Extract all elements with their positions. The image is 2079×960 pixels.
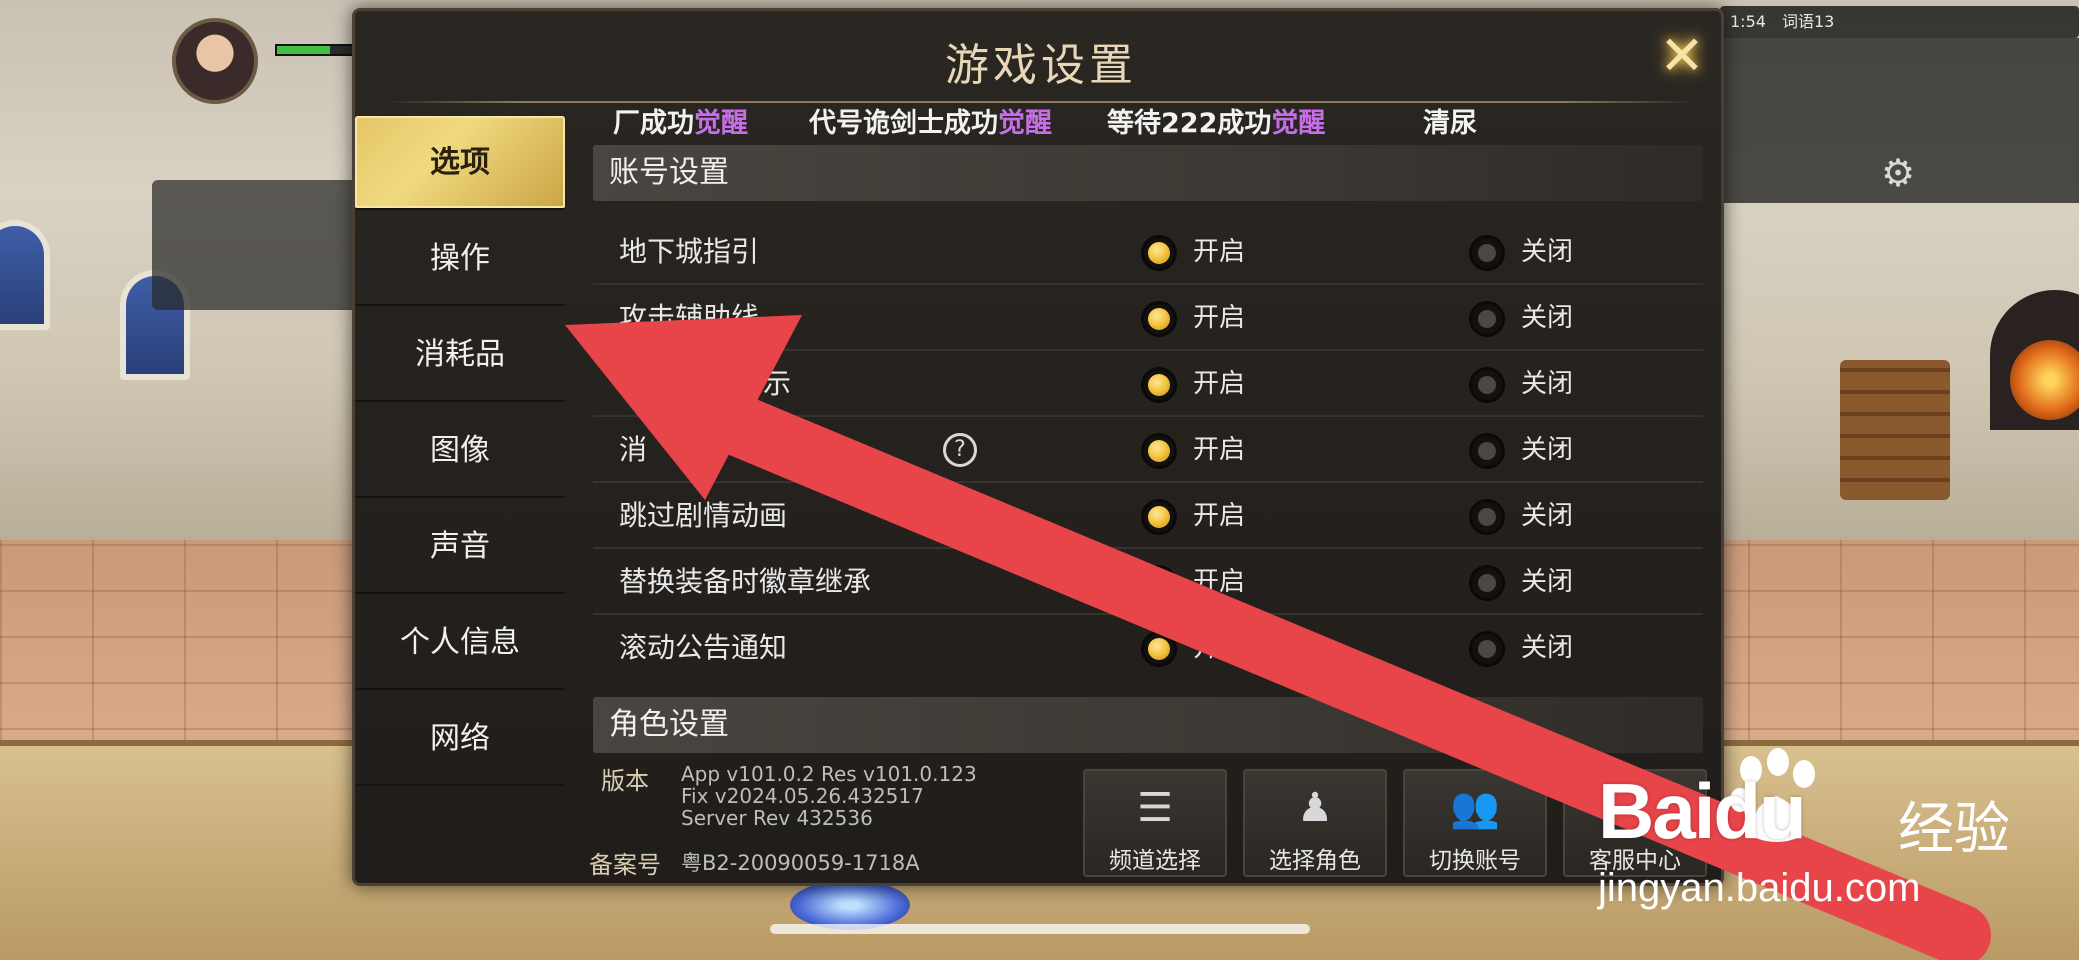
version-line: Fix v2024.05.26.432517	[681, 784, 924, 808]
radio-off[interactable]	[1469, 433, 1505, 469]
radio-off[interactable]	[1469, 301, 1505, 337]
tab-consumables[interactable]: 消耗品	[355, 308, 565, 402]
tab-graphics[interactable]: 图像	[355, 404, 565, 498]
radio-on-label: 开启	[1193, 435, 1246, 465]
setting-label: 地下城指引	[619, 235, 760, 268]
version-line: Server Rev 432536	[681, 806, 873, 830]
radio-on[interactable]	[1141, 565, 1177, 601]
tab-network[interactable]: 网络	[355, 692, 565, 786]
dialog-title: 游戏设置	[945, 40, 1137, 91]
setting-row: 消 ? 开启 关闭	[593, 417, 1703, 483]
radio-on-label: 开启	[1193, 237, 1246, 267]
character-icon: ♟	[1297, 785, 1333, 831]
channel-select-button[interactable]: ☰ 频道选择	[1083, 769, 1227, 877]
watermark-product: 经验	[1898, 797, 2010, 862]
section-account: 账号设置	[593, 145, 1703, 201]
baidu-watermark: Baidu 经验 jingyan.baidu.com	[1598, 748, 2068, 918]
status-extra: 词语13	[1781, 12, 1835, 31]
player-avatar[interactable]	[172, 18, 258, 104]
tab-personal-info[interactable]: 个人信息	[355, 596, 565, 690]
tab-controls[interactable]: 操作	[355, 212, 565, 306]
marquee-item: 厂成功觉醒	[613, 108, 748, 139]
setting-label: 替换装备时徽章继承	[619, 565, 872, 598]
background-window	[0, 220, 50, 330]
marquee-item: 代号诡剑士成功觉醒	[809, 108, 1052, 139]
radio-on-label: 开启	[1193, 303, 1246, 333]
marquee-item: 清尿	[1423, 108, 1477, 139]
radio-off[interactable]	[1469, 631, 1505, 667]
radio-off-label: 关闭	[1521, 369, 1574, 399]
tab-sound[interactable]: 声音	[355, 500, 565, 594]
settings-dialog: 游戏设置 ✕ 厂成功觉醒 代号诡剑士成功觉醒 等待222成功觉醒 清尿 选项 操…	[352, 8, 1724, 886]
record-value: 粤B2-20090059-1718A	[681, 851, 920, 875]
watermark-brand: Baidu	[1598, 767, 1807, 855]
setting-row: 示 开启 关闭	[593, 351, 1703, 417]
radio-on[interactable]	[1141, 433, 1177, 469]
radio-off-label: 关闭	[1521, 237, 1574, 267]
background-woodpile	[1840, 360, 1950, 500]
radio-off[interactable]	[1469, 499, 1505, 535]
radio-on-label: 开启	[1193, 567, 1246, 597]
setting-label: 示	[763, 367, 792, 400]
watermark-url: jingyan.baidu.com	[1598, 866, 1921, 910]
setting-label: 攻击辅助线	[619, 301, 760, 334]
button-label: 切换账号	[1429, 848, 1521, 874]
setting-row: 跳过剧情动画 开启 关闭	[593, 483, 1703, 549]
radio-off-label: 关闭	[1521, 303, 1574, 333]
radio-on[interactable]	[1141, 499, 1177, 535]
radio-on[interactable]	[1141, 631, 1177, 667]
close-icon[interactable]: ✕	[1651, 25, 1713, 87]
setting-row: 攻击辅助线 开启 关闭	[593, 285, 1703, 351]
setting-row: 地下城指引 开启 关闭	[593, 219, 1703, 285]
button-label: 频道选择	[1109, 848, 1201, 874]
version-label: 版本	[601, 767, 649, 795]
radio-off[interactable]	[1469, 235, 1505, 271]
player-hp-bar	[275, 44, 355, 56]
marquee-item: 等待222成功觉醒	[1107, 108, 1326, 139]
radio-off[interactable]	[1469, 367, 1505, 403]
radio-on-label: 开启	[1193, 369, 1246, 399]
users-icon: 👥	[1450, 785, 1500, 831]
setting-label: 跳过剧情动画	[619, 499, 788, 532]
list-icon: ☰	[1137, 785, 1173, 831]
status-time: 1:54	[1730, 12, 1766, 31]
radio-on-label: 开启	[1193, 633, 1246, 663]
status-bar: 1:54 词语13	[1720, 6, 2079, 38]
title-divider	[385, 101, 1697, 103]
radio-on[interactable]	[1141, 367, 1177, 403]
settings-sidebar: 选项 操作 消耗品 图像 声音 个人信息 网络	[355, 116, 565, 806]
quest-tracker[interactable]	[152, 180, 362, 310]
radio-on[interactable]	[1141, 235, 1177, 271]
radio-off-label: 关闭	[1521, 435, 1574, 465]
background-portal	[790, 880, 910, 930]
setting-label: 滚动公告通知	[619, 631, 788, 664]
setting-label: 消	[619, 433, 648, 466]
radio-off-label: 关闭	[1521, 501, 1574, 531]
record-label: 备案号	[589, 851, 661, 879]
radio-off-label: 关闭	[1521, 633, 1574, 663]
settings-gear-icon[interactable]: ⚙	[1877, 152, 1919, 194]
version-line: App v101.0.2 Res v101.0.123	[681, 762, 977, 786]
tab-options[interactable]: 选项	[355, 116, 565, 210]
radio-off[interactable]	[1469, 565, 1505, 601]
button-label: 选择角色	[1269, 848, 1361, 874]
switch-account-button[interactable]: 👥 切换账号	[1403, 769, 1547, 877]
hp-fill	[277, 46, 331, 54]
announcement-marquee: 厂成功觉醒 代号诡剑士成功觉醒 等待222成功觉醒 清尿	[613, 104, 1645, 144]
setting-row: 滚动公告通知 开启 关闭	[593, 615, 1703, 681]
help-icon[interactable]: ?	[943, 433, 977, 467]
section-character: 角色设置	[593, 697, 1703, 753]
version-info: App v101.0.2 Res v101.0.123 Fix v2024.05…	[681, 763, 977, 829]
radio-off-label: 关闭	[1521, 567, 1574, 597]
radio-on-label: 开启	[1193, 501, 1246, 531]
setting-row: 替换装备时徽章继承 开启 关闭	[593, 549, 1703, 615]
radio-on[interactable]	[1141, 301, 1177, 337]
home-indicator	[770, 924, 1310, 934]
select-character-button[interactable]: ♟ 选择角色	[1243, 769, 1387, 877]
